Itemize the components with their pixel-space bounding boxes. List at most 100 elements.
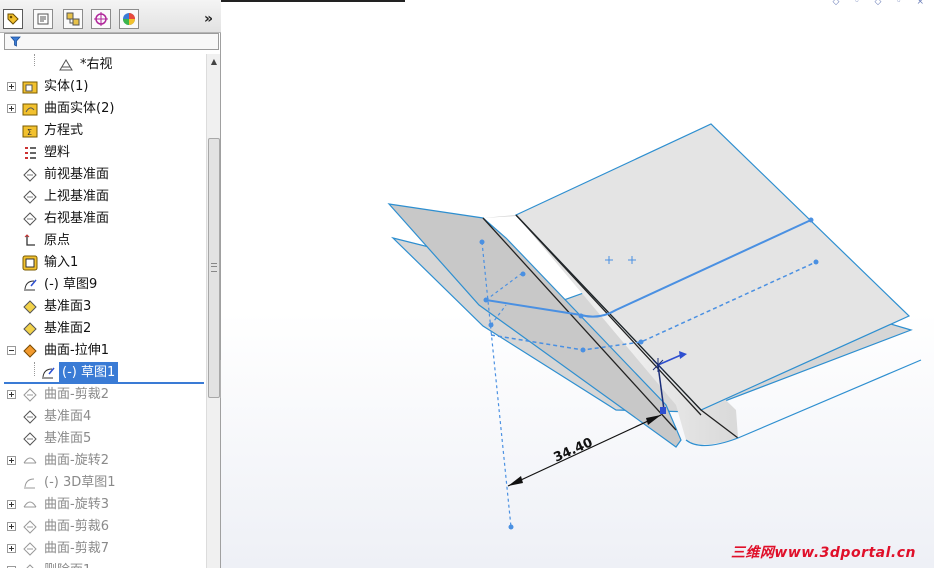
extruded-surface-icon bbox=[23, 344, 37, 358]
toolbar-edge bbox=[221, 0, 405, 2]
tree-item[interactable]: 曲面-旋转3 bbox=[0, 494, 206, 516]
equations-folder-icon: Σ bbox=[22, 125, 38, 138]
tree-scrollbar[interactable]: ▲ bbox=[206, 54, 220, 568]
tree-item[interactable]: 右视基准面 bbox=[0, 208, 206, 230]
tree-item-label: (-) 草图1 bbox=[59, 362, 119, 384]
revolved-surface-icon bbox=[23, 501, 37, 508]
tree-item-label: 曲面-旋转3 bbox=[44, 497, 109, 512]
tree-item-label: 原点 bbox=[44, 233, 71, 248]
plane-icon bbox=[23, 190, 37, 204]
reference-plane-icon bbox=[23, 322, 37, 336]
delete-face-icon bbox=[26, 564, 34, 568]
sketch-icon bbox=[42, 367, 55, 379]
tree-item[interactable]: 实体(1) bbox=[0, 76, 206, 98]
tree-item-label: 曲面-拉伸1 bbox=[44, 343, 109, 358]
tree-item[interactable]: Σ 方程式 bbox=[0, 120, 206, 142]
more-tabs-chevron-icon[interactable]: » bbox=[204, 11, 213, 27]
solid-body-folder-icon bbox=[22, 81, 38, 94]
filter-icon bbox=[10, 36, 21, 47]
scrollbar-thumb[interactable] bbox=[208, 138, 220, 398]
plane-icon bbox=[23, 168, 37, 182]
feature-manager-tab[interactable] bbox=[3, 9, 23, 29]
tree-item[interactable]: 删除面1 bbox=[0, 560, 206, 568]
expand-icon[interactable] bbox=[7, 500, 16, 509]
feature-manager-icon bbox=[7, 13, 19, 25]
graphics-viewport[interactable]: ◇ ◦ ◇ ◦ × 34.40 三维网www.3dportal.cn bbox=[221, 0, 934, 568]
tree-item-label: 基准面4 bbox=[44, 409, 92, 424]
site-watermark: 三维网www.3dportal.cn bbox=[730, 545, 916, 561]
reference-plane-icon bbox=[23, 300, 37, 314]
tree-item-label: 实体(1) bbox=[44, 79, 89, 94]
expand-icon[interactable] bbox=[7, 522, 16, 531]
tree-item-label: 输入1 bbox=[44, 255, 79, 270]
dimension-value[interactable]: 34.40 bbox=[552, 435, 596, 465]
imported-body-icon bbox=[22, 255, 38, 271]
scroll-up-icon[interactable]: ▲ bbox=[208, 56, 220, 68]
tree-item[interactable]: 原点 bbox=[0, 230, 206, 252]
expand-icon[interactable] bbox=[7, 390, 16, 399]
sketch-icon bbox=[24, 279, 37, 291]
tree-item[interactable]: 曲面-拉伸1 bbox=[0, 340, 206, 362]
tree-item[interactable]: 曲面实体(2) bbox=[0, 98, 206, 120]
tree-item[interactable]: 曲面-剪裁2 bbox=[0, 384, 206, 406]
plane-view-icon bbox=[59, 59, 73, 71]
tree-item[interactable]: 输入1 bbox=[0, 252, 206, 274]
tree-item[interactable]: 基准面4 bbox=[0, 406, 206, 428]
configuration-manager-tab[interactable] bbox=[63, 9, 83, 29]
tree-item[interactable]: *右视 bbox=[0, 54, 206, 76]
plane-icon bbox=[23, 212, 37, 226]
collapse-icon[interactable] bbox=[7, 346, 16, 355]
tree-item-label: (-) 3D草图1 bbox=[44, 475, 116, 490]
tree-item-label: 塑料 bbox=[44, 145, 71, 160]
tree-item[interactable]: 曲面-剪裁6 bbox=[0, 516, 206, 538]
feature-manager-panel: » *右视实体(1) 曲面实体(2) Σ 方程式塑料前视基准面上视基准面右视基准面原点… bbox=[0, 0, 228, 568]
tree-item-label: 删除面1 bbox=[44, 560, 91, 568]
tree-item[interactable]: (-) 草图1 bbox=[0, 362, 206, 384]
tree-item[interactable]: 曲面-剪裁7 bbox=[0, 538, 206, 560]
tree-item-label: 曲面-剪裁2 bbox=[44, 387, 109, 402]
tree-guide-line bbox=[34, 362, 35, 376]
tree-item[interactable]: 前视基准面 bbox=[0, 164, 206, 186]
expand-icon[interactable] bbox=[7, 544, 16, 553]
trimmed-surface-icon bbox=[23, 542, 37, 556]
tree-item-label: *右视 bbox=[80, 57, 113, 72]
trimmed-surface-icon bbox=[23, 388, 37, 402]
tree-item[interactable]: 上视基准面 bbox=[0, 186, 206, 208]
display-manager-tab[interactable] bbox=[119, 9, 139, 29]
tree-item-label: 曲面-剪裁7 bbox=[44, 541, 109, 556]
tree-item-label: 上视基准面 bbox=[44, 189, 110, 204]
tree-item-label: 曲面-旋转2 bbox=[44, 453, 109, 468]
trimmed-surface-icon bbox=[23, 520, 37, 534]
tree-item-label: 方程式 bbox=[44, 123, 84, 138]
tree-item[interactable]: 基准面3 bbox=[0, 296, 206, 318]
tree-item[interactable]: (-) 3D草图1 bbox=[0, 472, 206, 494]
tree-item[interactable]: 基准面2 bbox=[0, 318, 206, 340]
tree-guide-line bbox=[34, 54, 35, 66]
dimension-34-40[interactable]: 34.40 bbox=[507, 414, 662, 487]
tree-item-label: 基准面2 bbox=[44, 321, 92, 336]
panel-tab-bar: » bbox=[0, 0, 221, 33]
dimxpert-icon bbox=[94, 12, 108, 26]
tree-filter-input[interactable] bbox=[4, 33, 219, 50]
property-manager-tab[interactable] bbox=[33, 9, 53, 29]
tree-item[interactable]: 塑料 bbox=[0, 142, 206, 164]
plane-icon bbox=[23, 432, 37, 446]
grip-icon bbox=[211, 263, 217, 272]
tree-item[interactable]: 基准面5 bbox=[0, 428, 206, 450]
3d-sketch-icon bbox=[24, 478, 35, 489]
tree-item[interactable]: 曲面-旋转2 bbox=[0, 450, 206, 472]
dimxpert-tab[interactable] bbox=[91, 9, 111, 29]
expand-icon[interactable] bbox=[7, 456, 16, 465]
display-manager-icon bbox=[123, 13, 135, 25]
property-manager-icon bbox=[37, 13, 49, 25]
revolved-surface-icon bbox=[23, 457, 37, 464]
tree-item-label: 前视基准面 bbox=[44, 167, 110, 182]
material-icon bbox=[25, 147, 36, 159]
expand-icon[interactable] bbox=[7, 104, 16, 113]
configuration-manager-icon bbox=[66, 12, 80, 26]
tree-item-label: 曲面-剪裁6 bbox=[44, 519, 109, 534]
tree-item-label: 右视基准面 bbox=[44, 211, 110, 226]
tree-item[interactable]: (-) 草图9 bbox=[0, 274, 206, 296]
expand-icon[interactable] bbox=[7, 82, 16, 91]
origin-icon bbox=[24, 234, 35, 246]
